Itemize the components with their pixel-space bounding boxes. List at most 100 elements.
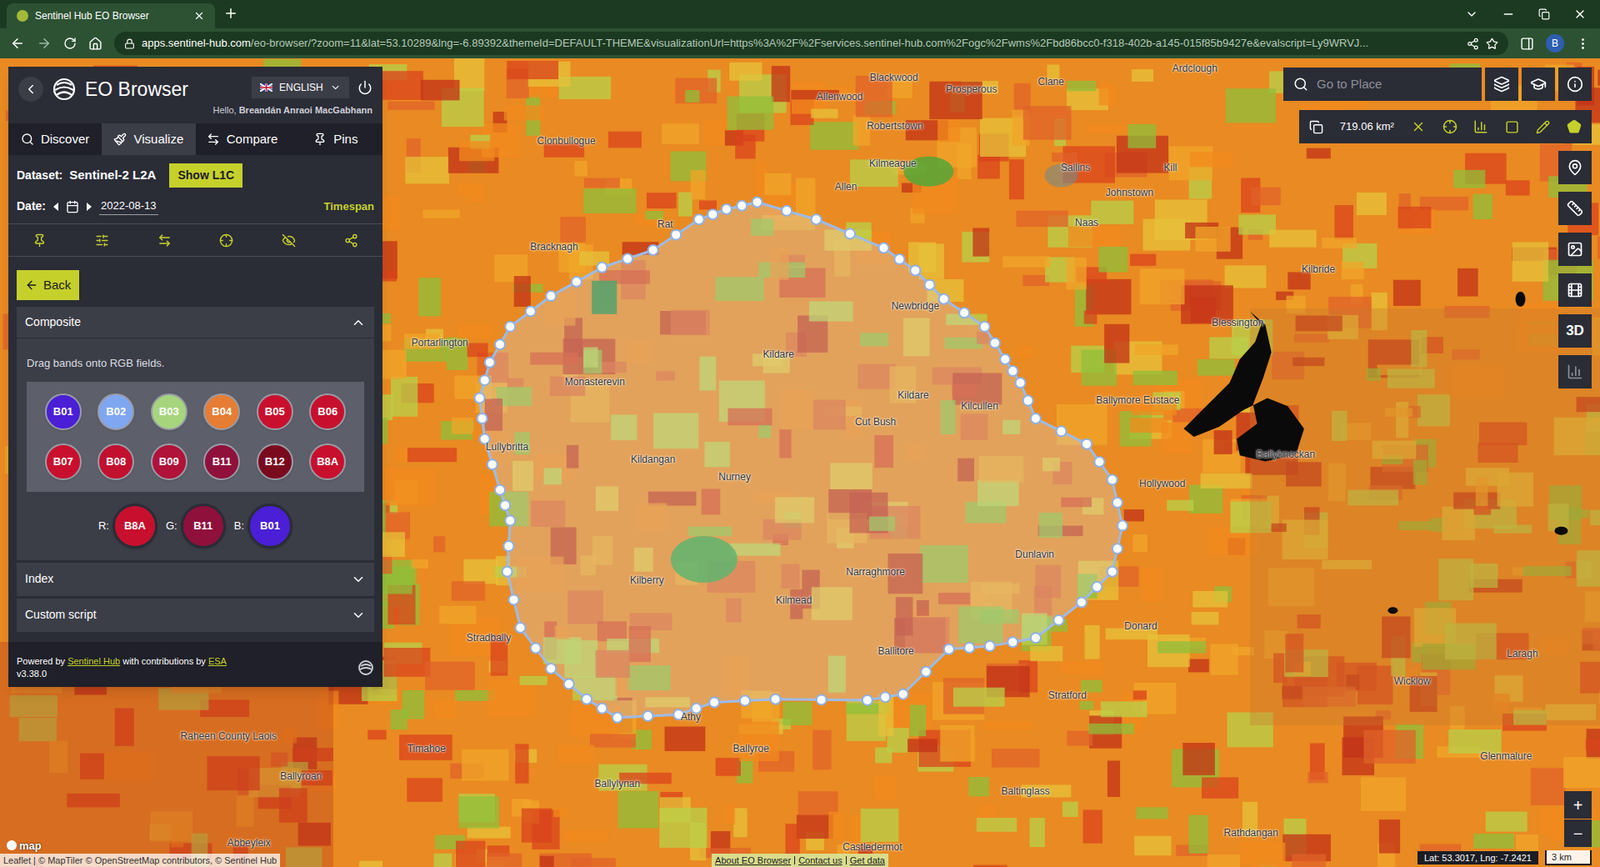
next-date-icon[interactable] [85, 202, 93, 211]
sentinel-hub-link[interactable]: Sentinel Hub [67, 655, 120, 666]
back-button[interactable]: Back [16, 270, 80, 300]
layers-button[interactable] [1485, 67, 1519, 101]
place-search[interactable]: Go to Place [1283, 67, 1482, 101]
map-label: Johnstown [1105, 185, 1154, 200]
band-chip[interactable]: B11 [180, 503, 226, 549]
crosshair-icon[interactable] [219, 233, 234, 248]
tab-icon [113, 132, 127, 146]
measure-tool[interactable] [1558, 191, 1592, 225]
share-icon[interactable] [344, 233, 359, 248]
panel-tab[interactable]: Visualize [101, 123, 195, 155]
map-label: Laragh [1506, 645, 1538, 661]
pin-icon[interactable] [32, 233, 47, 248]
center-icon[interactable] [1442, 119, 1458, 135]
remove-icon[interactable] [1410, 119, 1426, 135]
section-header[interactable]: Custom script [16, 598, 375, 632]
map-label: Ballyknockan [1256, 446, 1316, 462]
tab-search-icon[interactable] [1465, 7, 1479, 21]
forward-icon[interactable] [36, 35, 52, 51]
info-button[interactable] [1558, 67, 1592, 101]
panel-tab[interactable]: Compare [195, 123, 290, 155]
map[interactable]: BlackwoodAllenwoodProsperousClaneArdclou… [0, 58, 1600, 867]
profile-avatar[interactable]: B [1545, 34, 1565, 53]
map-label: Clane [1038, 74, 1065, 90]
band-chip[interactable]: B07 [45, 443, 82, 480]
pin-tool[interactable] [1558, 150, 1592, 185]
show-l1c-button[interactable]: Show L1C [169, 163, 243, 188]
section-header[interactable]: Index [16, 562, 375, 596]
panel-tabs: DiscoverVisualizeComparePins [8, 123, 383, 155]
band-chip[interactable]: B05 [256, 393, 294, 430]
statistics-icon[interactable] [1473, 119, 1489, 135]
sliders-icon[interactable] [95, 233, 110, 248]
language-select[interactable]: ENGLISH [251, 76, 350, 99]
maptiler-logo[interactable]: map [6, 837, 42, 855]
back-icon[interactable] [10, 35, 25, 51]
section-header[interactable]: Composite [16, 306, 375, 339]
zoom-in-button[interactable]: + [1564, 790, 1592, 819]
copy-icon[interactable] [1309, 120, 1324, 135]
address-bar[interactable]: apps.sentinel-hub.com/eo-browser/?zoom=1… [114, 31, 1509, 55]
map-label: Clonbullogue [537, 133, 596, 149]
timelapse-tool[interactable] [1558, 273, 1592, 307]
calendar-icon[interactable] [65, 200, 80, 214]
band-chip[interactable]: B04 [203, 393, 240, 430]
band-chip[interactable]: B8A [112, 503, 158, 549]
browser-tab[interactable]: Sentinel Hub EO Browser [6, 3, 215, 29]
band-chip[interactable]: B12 [256, 443, 294, 480]
esa-link[interactable]: ESA [208, 655, 227, 666]
rectangle-icon[interactable] [1505, 120, 1520, 135]
menu-icon[interactable] [1575, 36, 1590, 51]
panel-tab[interactable]: Pins [289, 123, 383, 155]
timespan-link[interactable]: Timespan [324, 198, 375, 215]
tab-strip: Sentinel Hub EO Browser [0, 0, 1600, 29]
band-chip[interactable]: B06 [309, 393, 346, 430]
close-tab-icon[interactable] [193, 10, 205, 22]
education-button[interactable] [1521, 67, 1555, 101]
reload-icon[interactable] [63, 36, 77, 50]
band-chip[interactable]: B08 [97, 443, 135, 480]
side-panel-icon[interactable] [1520, 36, 1535, 51]
close-window-icon[interactable] [1573, 7, 1587, 21]
chart-tool[interactable] [1558, 355, 1592, 389]
pencil-icon[interactable] [1535, 120, 1550, 135]
band-chip[interactable]: B01 [247, 503, 293, 549]
band-chip[interactable]: B09 [150, 443, 188, 480]
footer-link[interactable]: Get data [850, 853, 885, 867]
restore-icon[interactable] [1538, 8, 1550, 20]
zoom-out-button[interactable]: − [1564, 819, 1592, 847]
tool-row [8, 223, 383, 257]
app-title: EO Browser [85, 80, 189, 100]
home-icon[interactable] [88, 36, 103, 51]
uk-flag-icon [260, 83, 273, 92]
minimize-icon[interactable] [1501, 7, 1515, 21]
map-label: Monasterevin [565, 374, 625, 390]
composite-hint: Drag bands onto RGB fields. [26, 355, 365, 372]
share-page-icon[interactable] [1466, 37, 1480, 50]
band-chip[interactable]: B02 [97, 393, 135, 430]
sentinel-logo-icon [357, 659, 375, 676]
collapse-button[interactable] [18, 76, 44, 102]
new-tab-icon[interactable] [223, 5, 239, 21]
previous-date-icon[interactable] [52, 202, 60, 211]
footer-link[interactable]: About EO Browser [715, 853, 791, 867]
map-status: Lat: 53.3017, Lng: -7.24213 km [1417, 850, 1592, 866]
image-tool[interactable] [1558, 232, 1592, 266]
band-chip[interactable]: B01 [45, 393, 82, 430]
hide-icon[interactable] [281, 233, 296, 248]
footer-link[interactable]: Contact us [798, 853, 843, 867]
panel-tab[interactable]: Discover [8, 123, 102, 155]
panel-header: EO BrowserENGLISHHello, Breandán Anraoi … [8, 66, 383, 124]
map-label: Allenwood [816, 89, 863, 105]
date-value[interactable]: 2022-08-13 [99, 197, 159, 215]
band-chip[interactable]: B03 [150, 393, 188, 430]
band-chip[interactable]: B8A [309, 443, 346, 480]
band-chip[interactable]: B11 [203, 443, 240, 480]
eo-browser-logo-icon [51, 76, 77, 102]
3d-tool[interactable]: 3D [1558, 314, 1592, 348]
bookmark-icon[interactable] [1485, 37, 1499, 50]
compare-icon[interactable] [157, 233, 172, 248]
polygon-icon[interactable] [1566, 119, 1582, 135]
map-label: Donard [1124, 618, 1157, 634]
logout-icon[interactable] [357, 80, 373, 95]
